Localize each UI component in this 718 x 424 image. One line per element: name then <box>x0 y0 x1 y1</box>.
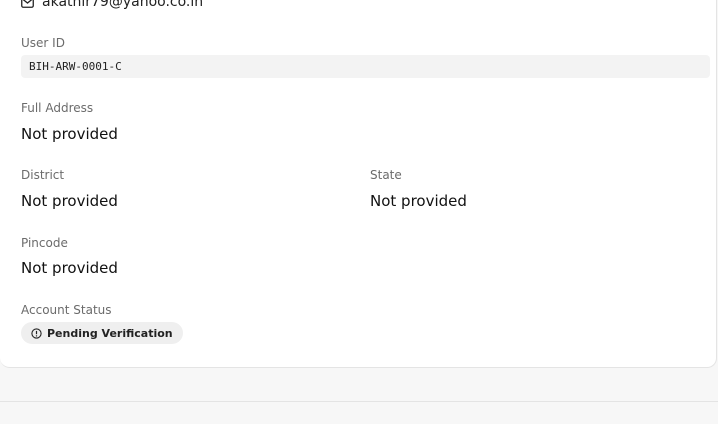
state-value: Not provided <box>370 192 467 210</box>
full-address-value: Not provided <box>21 125 118 143</box>
email-row: akathir79@yahoo.co.in <box>21 0 203 10</box>
mail-icon <box>21 0 34 8</box>
district-label: District <box>21 168 65 182</box>
account-status-label: Account Status <box>21 303 112 317</box>
info-circle-icon <box>31 327 42 339</box>
pincode-value: Not provided <box>21 259 118 277</box>
user-id-value: BIH-ARW-0001-C <box>21 55 710 78</box>
user-id-label: User ID <box>21 36 65 50</box>
full-address-label: Full Address <box>21 101 94 115</box>
status-badge: Pending Verification <box>21 322 183 344</box>
pincode-label: Pincode <box>21 236 68 250</box>
email-value: akathir79@yahoo.co.in <box>42 0 204 10</box>
status-badge-label: Pending Verification <box>47 326 173 340</box>
section-divider <box>0 401 718 402</box>
state-label: State <box>370 168 402 182</box>
district-value: Not provided <box>21 192 118 210</box>
